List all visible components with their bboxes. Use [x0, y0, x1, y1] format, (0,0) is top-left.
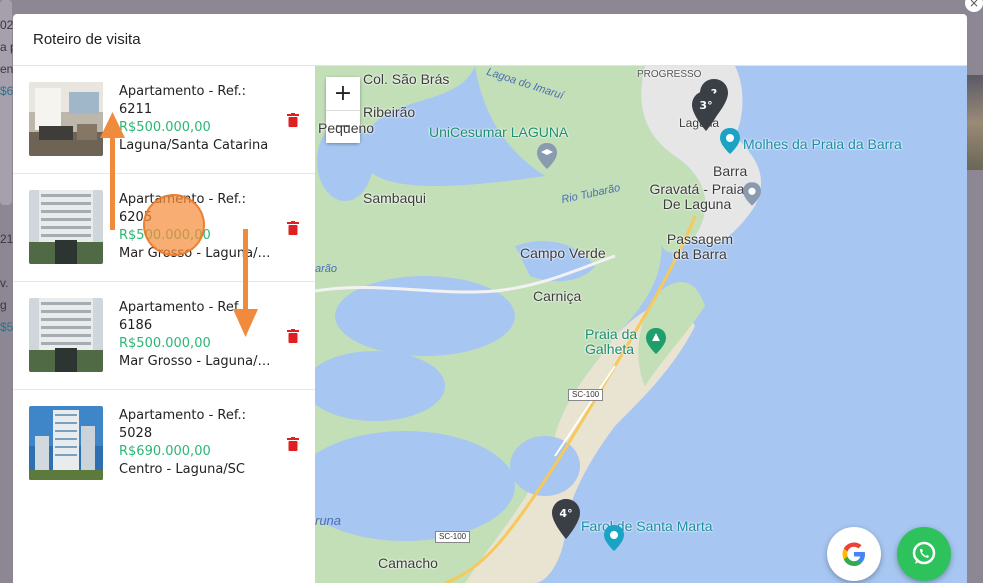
map-label: Molhes da Praia da Barra — [743, 136, 902, 152]
background-text: $6 — [0, 84, 14, 98]
map-label: Carniça — [533, 288, 582, 304]
map-label: UniCesumar LAGUNA — [429, 124, 569, 140]
touch-indicator — [143, 194, 205, 256]
trash-icon[interactable] — [287, 113, 299, 127]
map-label: Ribeirão — [363, 104, 416, 120]
school-pin-icon[interactable] — [537, 143, 557, 169]
property-info: Apartamento - Ref.: 6211 R$500.000,00 La… — [119, 83, 271, 155]
route-map[interactable]: + − Col. São Brás Lagoa do Imaruí PROGRE… — [315, 66, 967, 583]
modal-title: Roteiro de visita — [33, 31, 141, 48]
background-text: v. — [0, 276, 9, 290]
modal-header: Roteiro de visita — [13, 14, 967, 66]
location-pin-icon[interactable] — [743, 182, 761, 206]
property-list: Apartamento - Ref.: 6211 R$500.000,00 La… — [13, 66, 315, 583]
map-pin-icon[interactable]: 3° — [691, 91, 721, 131]
map-label: Farol de Santa Marta — [581, 518, 713, 534]
map-label: Barra — [713, 163, 748, 179]
visit-route-modal: Roteiro de visita Apartamento - Ref.: 62… — [13, 14, 967, 583]
property-thumbnail — [29, 82, 103, 156]
background-text: $5 — [0, 320, 14, 334]
property-thumbnail — [29, 406, 103, 480]
zoom-in-button[interactable]: + — [326, 77, 360, 110]
property-thumbnail — [29, 190, 103, 264]
property-info: Apartamento - Ref.: 5028 R$690.000,00 Ce… — [119, 407, 271, 479]
property-title: Apartamento - Ref.: 5028 — [119, 408, 247, 441]
background-text: 02 — [0, 18, 14, 32]
map-label: Campo Verde — [520, 245, 606, 261]
map-label: Gravatá - Praia De Laguna — [649, 181, 745, 212]
property-title: Apartamento - Ref.: 6211 — [119, 84, 247, 117]
property-location: Centro - Laguna/SC — [119, 462, 245, 477]
arrow-down-icon — [233, 229, 258, 337]
google-icon — [842, 542, 865, 566]
trash-icon[interactable] — [287, 329, 299, 343]
road-badge: SC-100 — [435, 531, 471, 543]
whatsapp-button[interactable] — [897, 527, 951, 581]
background-photo — [966, 75, 983, 170]
map-label: Pequeno — [318, 120, 375, 136]
property-thumbnail — [29, 298, 103, 372]
road-badge: SC-100 — [568, 389, 604, 401]
arrow-up-icon — [100, 112, 125, 230]
map-label: Col. São Brás — [363, 71, 450, 87]
property-location: Laguna/Santa Catarina — [119, 138, 269, 153]
camera-pin-icon[interactable] — [604, 525, 624, 551]
background-text: en — [0, 62, 14, 76]
trash-icon[interactable] — [287, 221, 299, 235]
marker-label: 3° — [699, 99, 713, 112]
map-pin-icon[interactable]: 4° — [551, 499, 581, 539]
property-price: R$690.000,00 — [119, 444, 211, 459]
property-item[interactable]: Apartamento - Ref.: 6186 R$500.000,00 Ma… — [13, 282, 315, 390]
map-label: Passagem da Barra — [666, 231, 734, 262]
property-item[interactable]: Apartamento - Ref.: 6211 R$500.000,00 La… — [13, 66, 315, 174]
background-text: g — [0, 298, 7, 312]
camera-pin-icon[interactable] — [720, 128, 740, 154]
map-label: Sambaqui — [363, 190, 427, 206]
map-label: runa — [315, 513, 342, 528]
property-item[interactable]: Apartamento - Ref.: 5028 R$690.000,00 Ce… — [13, 390, 315, 498]
google-maps-button[interactable] — [827, 527, 881, 581]
background-text: 21 — [0, 232, 14, 246]
park-pin-icon[interactable] — [646, 328, 666, 354]
map-label: Praia da Galheta — [585, 326, 638, 357]
map-label: arão — [315, 263, 338, 275]
whatsapp-icon — [912, 541, 936, 565]
close-icon[interactable]: × — [965, 0, 983, 12]
map-label: PROGRESSO — [637, 69, 702, 80]
marker-label: 4° — [559, 507, 573, 520]
property-location: Mar Grosso - Laguna/SC — [119, 354, 271, 369]
map-label: Camacho — [378, 555, 438, 571]
trash-icon[interactable] — [287, 437, 299, 451]
property-price: R$500.000,00 — [119, 120, 211, 135]
